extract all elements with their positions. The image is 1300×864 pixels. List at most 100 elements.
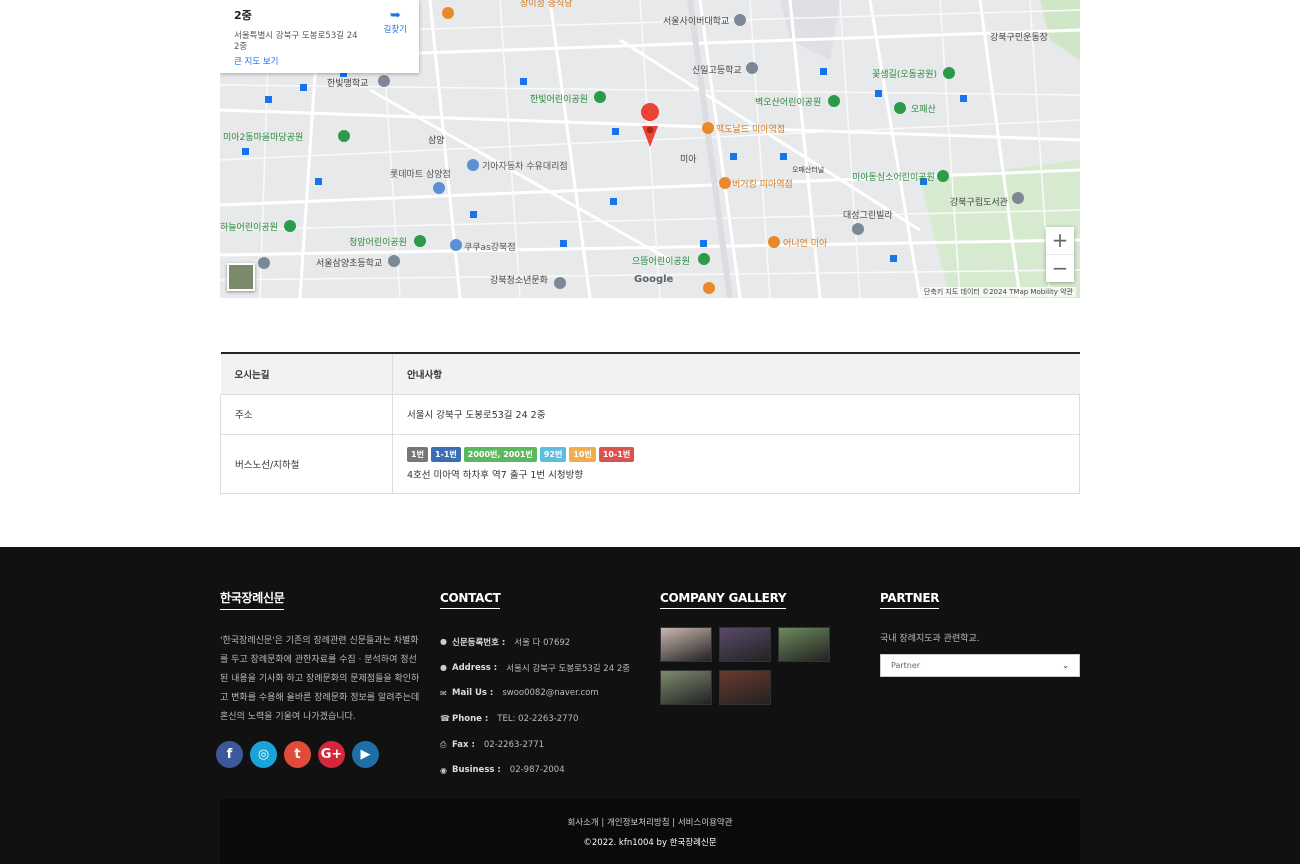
table-header: 안내사항 [392,353,1080,395]
svg-text:하늘어린이공원: 하늘어린이공원 [220,222,278,233]
directions-info-table: 오시는길 안내사항 주소 서울시 강북구 도봉로53길 24 2중 버스노선/지… [220,352,1080,494]
youtube-icon[interactable]: ▶ [352,741,379,768]
partner-select-value: Partner [891,661,921,670]
chevron-down-icon: ⌄ [1062,661,1069,670]
facebook-icon[interactable]: f [216,741,243,768]
contact-icon: ✉ [440,688,447,698]
contact-value: 서울 다 07692 [514,637,571,648]
copyright-text: ©2022. kfn1004 by 한국장례신문 [583,838,717,848]
footer-gallery: COMPANY GALLERY [660,587,830,705]
gallery-image[interactable] [660,627,712,662]
svg-text:삼양: 삼양 [428,135,445,146]
contact-row: ✉ Mail Us : swoo0082@naver.com [440,680,630,706]
directions-button[interactable]: ➥ 길찾기 [384,8,407,35]
partner-text: 국내 장례지도과 관련학교. [880,634,980,644]
contact-label: Phone : [452,713,489,724]
row-label: 버스노선/지하철 [220,434,393,494]
contact-label: 신문등록번호 : [452,637,506,648]
svg-text:한빛맹학교: 한빛맹학교 [327,78,368,89]
row-value: 서울시 강북구 도봉로53길 24 2중 [392,394,1080,435]
zoom-out-button[interactable]: − [1046,254,1074,281]
footer-about-title: 한국장례신문 [220,589,285,610]
footer-about-text: '한국장례신문'은 기존의 장례관련 신문들과는 차별화를 두고 장례문화에 관… [220,636,420,722]
map-label: 창이정 중식당 [520,0,573,9]
svg-text:미아동심소어린이공원: 미아동심소어린이공원 [852,172,935,183]
svg-text:꽃샘길(오동공원): 꽃샘길(오동공원) [872,69,937,80]
bus-badges: 1번 1-1번 2000번, 2001번 92번 10번 10-1번 [407,446,1079,462]
svg-text:쿠쿠as강북점: 쿠쿠as강북점 [464,241,516,253]
contact-icon: ◉ [440,765,447,775]
footer-gallery-title: COMPANY GALLERY [660,591,787,609]
copyright-bar: 회사소개 | 개인정보처리방침 | 서비스이용약관 ©2022. kfn1004… [220,799,1080,864]
social-links: f ◎ t G+ ▶ [216,741,420,768]
contact-list: ● 신문등록번호 : 서울 다 07692 ● Address : 서울시 강북구 도봉로… [440,629,630,783]
contact-value: 02-987-2004 [509,765,565,776]
contact-icon: ⎙ [440,739,447,749]
svg-text:강북구립도서관: 강북구립도서관 [950,197,1008,208]
table-row: 버스노선/지하철 1번 1-1번 2000번, 2001번 92번 10번 10-1번 4… [220,434,1080,494]
footer-contact-title: CONTACT [440,591,501,609]
svg-text:으뜸어린이공원: 으뜸어린이공원 [632,256,690,267]
svg-text:대성그린빌라: 대성그린빌라 [843,210,893,221]
footer-links[interactable]: 회사소개 | 개인정보처리방침 | 서비스이용약관 [220,816,1080,828]
bus-badge: 1번 [407,446,428,462]
contact-row: ◉ Business : 02-987-2004 [440,757,630,783]
svg-text:서울사이버대학교: 서울사이버대학교 [663,16,729,27]
directions-label: 길찾기 [383,25,407,35]
satellite-thumbnail[interactable] [227,263,255,291]
svg-text:강북청소년문화: 강북청소년문화 [490,275,548,286]
contact-row: ● Address : 서울시 강북구 도봉로53길 24 2중 [440,655,630,681]
twitter-icon[interactable]: t [284,741,311,768]
partner-select[interactable]: Partner ⌄ [880,654,1080,677]
map-place-name: 2중 [234,9,252,22]
subway-text: 4호선 미아역 하차후 역7 출구 1번 시청방향 [407,469,584,481]
map-place-address: 서울특별시 강북구 도봉로53길 24 2중 [234,31,358,52]
gallery-image[interactable] [660,670,712,705]
row-value: 1번 1-1번 2000번, 2001번 92번 10번 10-1번 4호선 미아역 하차… [392,434,1080,494]
row-label: 주소 [220,394,393,435]
table-header: 오시는길 [220,353,393,395]
contact-label: Address : [452,662,498,673]
instagram-icon[interactable]: ◎ [250,741,277,768]
svg-text:롯데마트 삼양점: 롯데마트 삼양점 [390,168,451,180]
map[interactable]: 창이정 중식당 서울사이버대학교 강북구민운동장 한빛맹학교 신일고등학교 꽃샘… [220,0,1080,298]
zoom-control: + − [1046,227,1074,282]
contact-icon: ● [440,637,447,647]
contact-icon: ● [440,663,447,673]
svg-text:기아자동차 수유대리점: 기아자동차 수유대리점 [482,160,568,172]
map-attribution[interactable]: 단축키 지도 데이터 ©2024 TMap Mobility 약관 [920,287,1076,297]
google-logo: Google [634,274,674,285]
svg-text:강북구민운동장: 강북구민운동장 [990,32,1048,43]
svg-text:청암어린이공원: 청암어린이공원 [349,236,407,248]
svg-text:미아: 미아 [680,154,697,165]
gallery-image[interactable] [719,670,771,705]
bus-badge: 10-1번 [598,446,635,462]
contact-value: 02-2263-2771 [483,739,545,750]
svg-text:버거킹 미아역점: 버거킹 미아역점 [732,178,793,190]
footer-about: 한국장례신문 '한국장례신문'은 기존의 장례관련 신문들과는 차별화를 두고 … [216,587,420,768]
svg-text:신일고등학교: 신일고등학교 [692,65,742,76]
footer-partner-title: PARTNER [880,591,940,609]
gallery-image[interactable] [778,627,830,662]
svg-text:한빛어린이공원: 한빛어린이공원 [530,94,588,105]
table-row: 주소 서울시 강북구 도봉로53길 24 2중 [220,394,1080,435]
contact-row: ● 신문등록번호 : 서울 다 07692 [440,629,630,655]
google-plus-icon[interactable]: G+ [318,741,345,768]
footer: 한국장례신문 '한국장례신문'은 기존의 장례관련 신문들과는 차별화를 두고 … [0,547,1300,864]
bus-badge: 2000번, 2001번 [463,446,537,462]
svg-text:미아2동마을마당공원: 미아2동마을마당공원 [223,132,303,143]
contact-label: Business : [452,765,501,776]
gallery-image[interactable] [719,627,771,662]
contact-row: ☎ Phone : TEL: 02-2263-2770 [440,706,630,732]
big-map-link[interactable]: 큰 지도 보기 [234,55,279,67]
contact-label: Fax : [452,739,475,750]
bus-badge: 92번 [539,446,567,462]
svg-text:오패산터널: 오패산터널 [792,165,824,174]
zoom-in-button[interactable]: + [1046,227,1074,254]
bus-badge: 1-1번 [430,446,461,462]
svg-text:어니언 미아: 어니언 미아 [783,237,828,249]
contact-value: swoo0082@naver.com [502,688,599,699]
contact-value: 서울시 강북구 도봉로53길 24 2중 [506,663,631,674]
svg-text:맥도날드 미아역점: 맥도날드 미아역점 [716,123,785,135]
gallery-grid [660,627,830,705]
